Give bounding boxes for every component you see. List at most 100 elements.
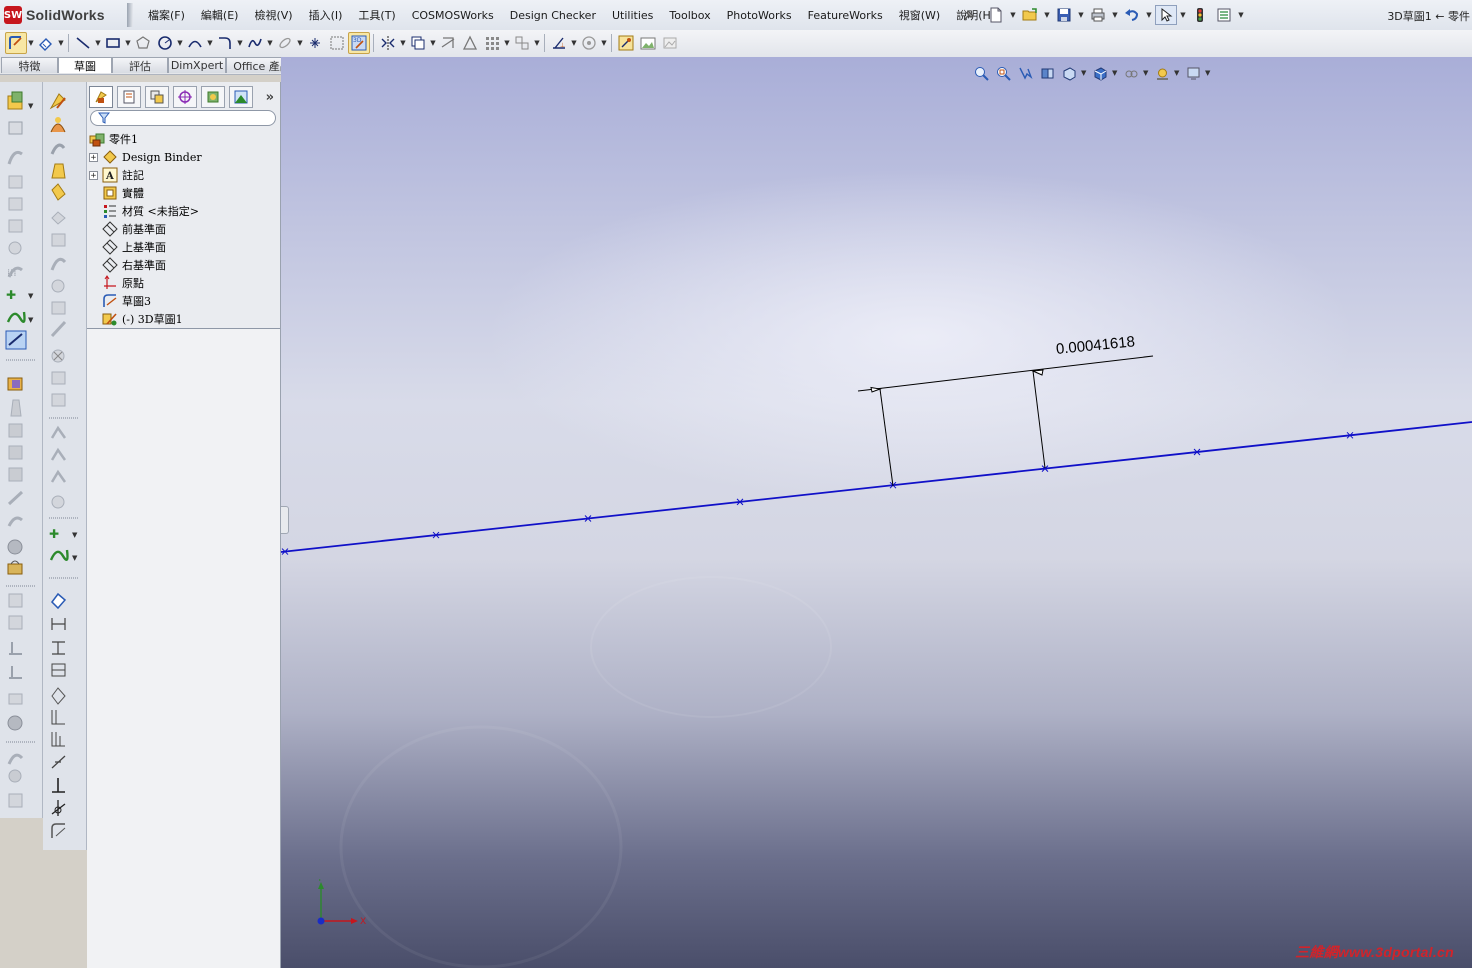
menu-item[interactable]: Utilities (604, 9, 661, 22)
ordinate-dimension-icon[interactable] (51, 710, 65, 725)
smart-dimension-tool-icon[interactable] (51, 592, 67, 610)
rebuild-button[interactable] (1189, 5, 1211, 25)
fully-defined-icon[interactable] (51, 800, 66, 816)
fillet-button[interactable] (214, 32, 236, 54)
smart-dimension-button[interactable] (35, 32, 57, 54)
print-dropdown[interactable]: ▼ (1111, 5, 1119, 25)
mirror-tool-icon[interactable] (51, 211, 66, 225)
freeform-icon[interactable] (7, 715, 23, 731)
rectangle-button[interactable] (102, 32, 124, 54)
pin-icon[interactable] (962, 8, 976, 22)
rib-icon[interactable] (8, 423, 23, 438)
stretch-tool-icon[interactable] (50, 469, 67, 483)
options-dropdown[interactable]: ▼ (1237, 5, 1245, 25)
dome-icon[interactable] (8, 467, 23, 482)
apply-scene-dropdown[interactable]: ▼ (1174, 69, 1181, 77)
hole-wizard-icon[interactable] (7, 516, 23, 527)
menu-item[interactable]: 插入(I) (301, 7, 351, 23)
point-button[interactable] (304, 32, 326, 54)
menu-item[interactable]: 視窗(W) (891, 7, 948, 23)
spline-dropdown[interactable]: ▼ (266, 33, 274, 53)
command-tab[interactable]: 草圖 (58, 57, 112, 73)
expand-toggle[interactable]: + (89, 152, 98, 162)
ellipse-button[interactable] (274, 32, 296, 54)
graphics-area[interactable]: ▼ ▼ ▼ ▼ ▼ 0.00041618 Y X 三維網www.3dportal… (281, 57, 1472, 968)
scale-tool-icon[interactable] (50, 425, 67, 439)
zoom-to-area-button[interactable] (993, 64, 1013, 82)
menu-item[interactable]: Toolbox (661, 9, 718, 22)
undo-dropdown[interactable]: ▼ (1145, 5, 1153, 25)
repair-dropdown[interactable]: ▼ (600, 33, 608, 53)
rotate-tool-icon[interactable] (51, 393, 66, 407)
pattern-dropdown[interactable]: ▼ (503, 33, 511, 53)
open-dropdown[interactable]: ▼ (1043, 5, 1051, 25)
mirror-entities-button[interactable] (377, 32, 399, 54)
3d-sketch-tool-icon[interactable] (50, 117, 66, 133)
add-relation-icon[interactable] (51, 755, 66, 769)
extruded-cut-icon[interactable] (8, 219, 23, 233)
shell-icon[interactable] (7, 377, 23, 391)
menu-item[interactable]: 工具(T) (350, 7, 403, 23)
split-icon[interactable] (8, 615, 23, 630)
ellipse-dropdown[interactable]: ▼ (296, 33, 304, 53)
sketch-exit-icon[interactable] (51, 823, 66, 838)
linear-pattern-button[interactable] (481, 32, 503, 54)
undo-button[interactable] (1121, 5, 1143, 25)
menu-item[interactable]: PhotoWorks (719, 9, 800, 22)
sketch-point-feature-icon[interactable]: ✚ ▼ (6, 288, 34, 302)
display-style-dropdown[interactable]: ▼ (1112, 69, 1119, 77)
circle-button[interactable] (154, 32, 176, 54)
text-tool-icon[interactable] (51, 495, 65, 509)
save-button[interactable] (1053, 5, 1075, 25)
rectangle-dropdown[interactable]: ▼ (124, 33, 132, 53)
distance-dimension[interactable] (857, 355, 1154, 487)
sketch-button[interactable] (5, 32, 27, 54)
baseline-dimension-icon[interactable] (51, 663, 66, 677)
display-style-button[interactable] (1090, 64, 1110, 82)
loft-boss-icon[interactable] (8, 175, 23, 189)
convert-tool-icon[interactable] (50, 257, 67, 271)
featuremanager-tab[interactable] (89, 86, 113, 108)
expand-toggle[interactable]: + (89, 170, 98, 180)
new-document-dropdown[interactable]: ▼ (1009, 5, 1017, 25)
angular-dimension-icon[interactable] (51, 732, 65, 747)
command-tab[interactable]: 特徵 (1, 57, 58, 73)
apply-scene-button[interactable] (1152, 64, 1172, 82)
hide-show-items-button[interactable] (1121, 64, 1141, 82)
propertymanager-tab[interactable] (117, 86, 141, 108)
sketch-picture-button[interactable] (637, 32, 659, 54)
move-tool-icon[interactable] (51, 371, 66, 385)
quick-snaps-button[interactable] (615, 32, 637, 54)
menu-item[interactable]: 檔案(F) (140, 7, 193, 23)
sketch-tool-icon[interactable] (49, 93, 66, 110)
scale-icon[interactable] (7, 539, 23, 555)
sketch-line[interactable] (281, 421, 1472, 553)
extend-button[interactable] (459, 32, 481, 54)
zoom-to-fit-button[interactable] (971, 64, 991, 82)
tree-node[interactable]: 前基準面 (89, 220, 166, 238)
convert-entities-button[interactable] (326, 32, 348, 54)
replace-face-icon[interactable] (8, 693, 23, 705)
open-button[interactable] (1019, 5, 1041, 25)
extrude-boss-icon[interactable] (7, 91, 23, 110)
menu-item[interactable]: COSMOSWorks (404, 9, 502, 22)
extend-tool-icon[interactable] (51, 301, 66, 315)
new-document-button[interactable] (985, 5, 1007, 25)
tree-node[interactable]: (-) 3D草圖1 (89, 310, 183, 328)
command-tab[interactable]: 評估 (112, 57, 168, 73)
print-button[interactable] (1087, 5, 1109, 25)
fillet-dropdown[interactable]: ▼ (236, 33, 244, 53)
tree-node[interactable]: 草圖3 (89, 292, 151, 310)
indent-icon[interactable] (8, 793, 23, 808)
revolved-cut-icon[interactable] (8, 241, 22, 255)
offset-entities-button[interactable] (407, 32, 429, 54)
vertical-dimension-icon[interactable] (52, 641, 65, 655)
configurationmanager-tab[interactable] (145, 86, 169, 108)
menu-item[interactable]: FeatureWorks (800, 9, 891, 22)
move-dropdown[interactable]: ▼ (533, 33, 541, 53)
spline-tool-icon[interactable] (50, 143, 66, 155)
relations-dropdown[interactable]: ▼ (570, 33, 578, 53)
offset-tool-icon[interactable] (51, 233, 66, 247)
tree-node[interactable]: 實體 (89, 184, 144, 202)
more-tabs-button[interactable]: » (266, 90, 274, 105)
